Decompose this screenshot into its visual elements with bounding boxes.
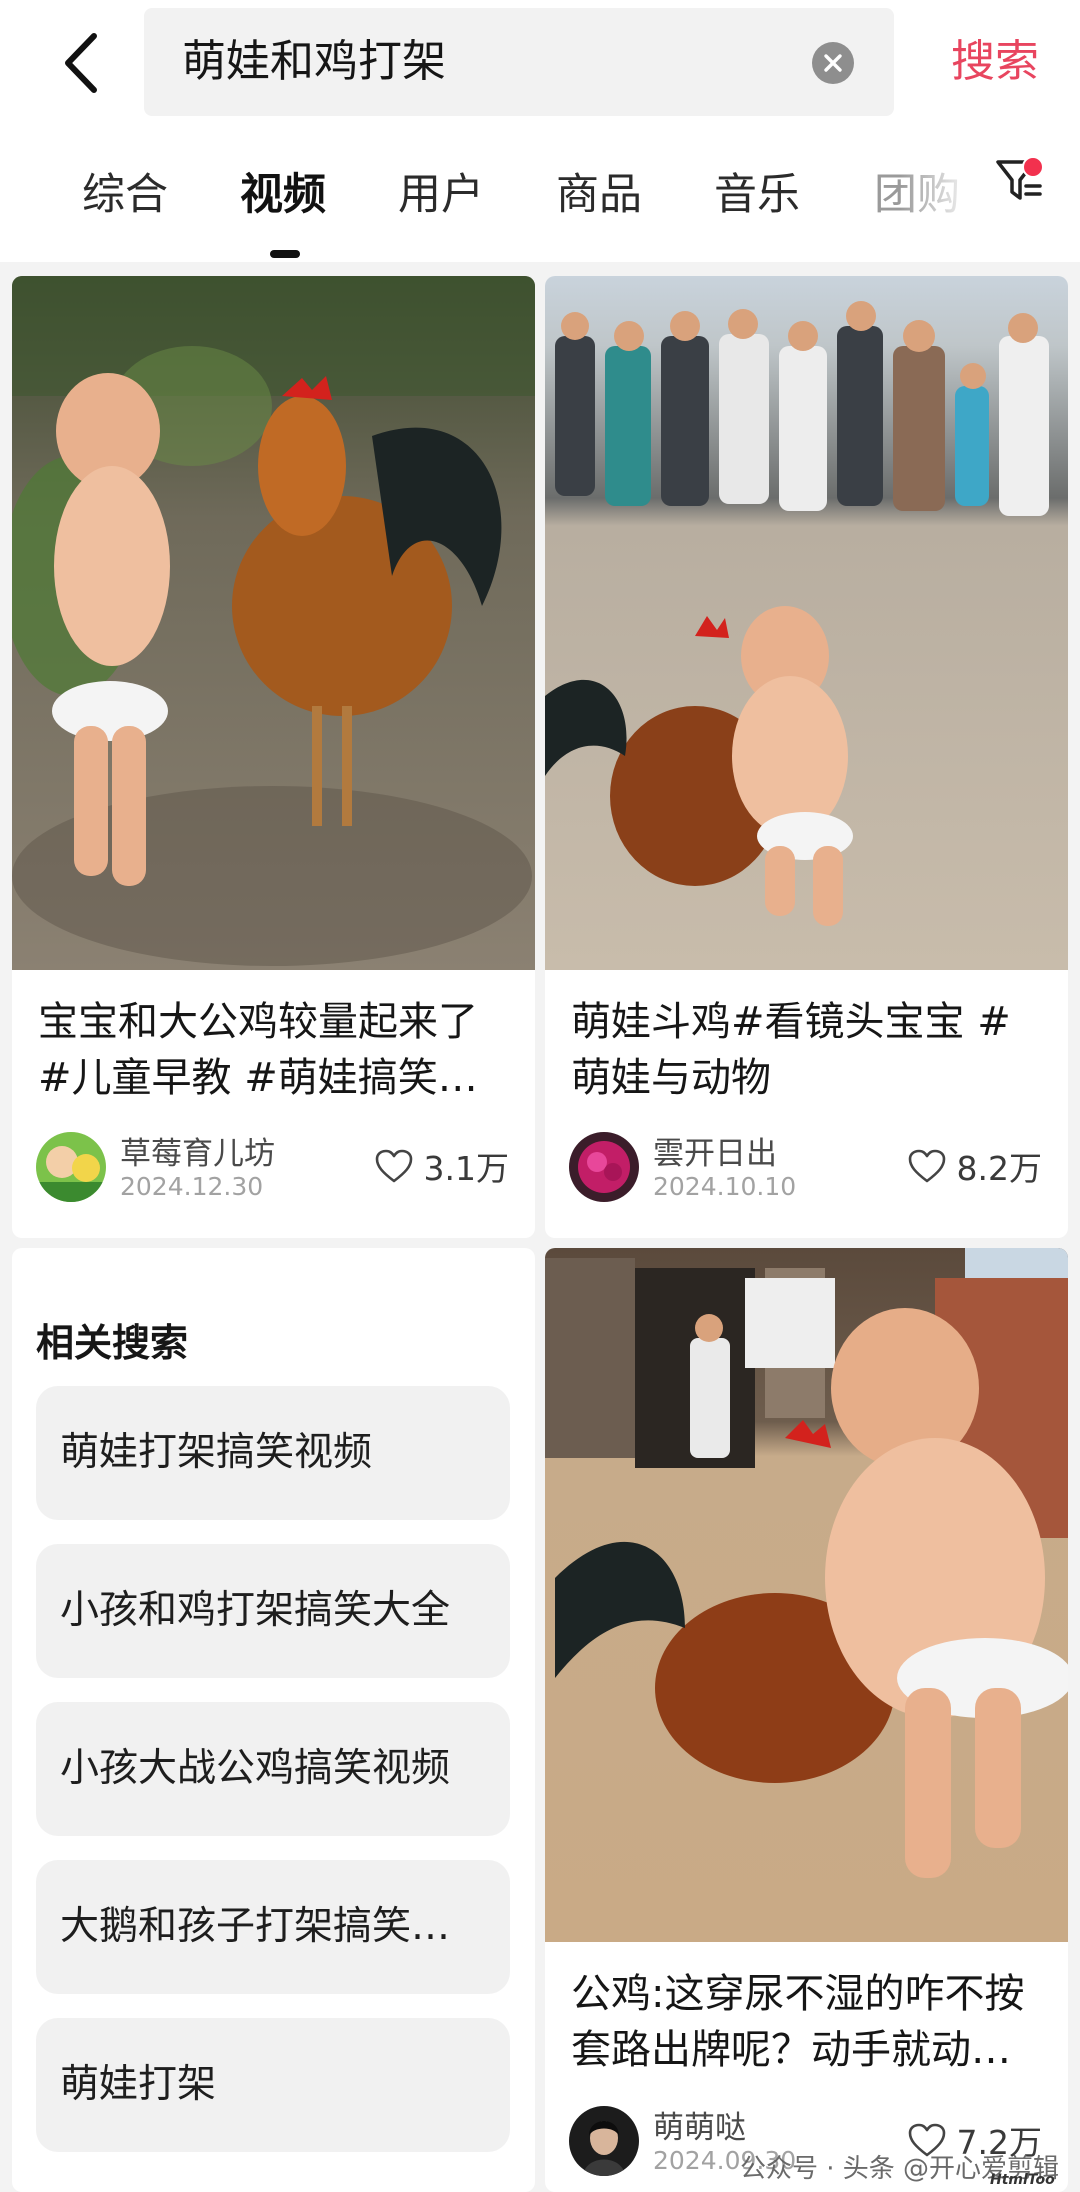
related-search-label: 萌娃打架 <box>60 2062 217 2107</box>
chevron-left-icon <box>65 33 97 93</box>
back-button[interactable] <box>50 28 110 98</box>
author-name[interactable]: 雲开日出 <box>653 1128 777 1173</box>
clear-search-button[interactable] <box>812 42 854 84</box>
author-avatar[interactable] <box>569 1132 639 1202</box>
heart-outline-icon <box>908 1149 945 1183</box>
like-count: 3.1万 <box>423 1149 509 1188</box>
related-searches-panel: 相关搜索 萌娃打架搞笑视频 小孩和鸡打架搞笑大全 小孩大战公鸡搞笑视频 大鹅和孩… <box>12 1248 535 2192</box>
post-date: 2024.10.10 <box>653 1172 797 1201</box>
related-search-label: 萌娃打架搞笑视频 <box>60 1430 373 1475</box>
search-input[interactable]: 萌娃和鸡打架 <box>144 8 894 116</box>
related-search-label: 小孩大战公鸡搞笑视频 <box>60 1746 451 1791</box>
avatar-image <box>569 1132 639 1202</box>
author-name[interactable]: 草莓育儿坊 <box>120 1128 275 1173</box>
video-title[interactable]: 萌娃斗鸡#看镜头宝宝 #萌娃与动物 <box>571 994 1048 1106</box>
video-thumbnail-baby-rooster <box>12 276 535 970</box>
related-search-item[interactable]: 大鹅和孩子打架搞笑… <box>36 1860 510 1994</box>
video-thumbnail-crowd-rooster <box>545 276 1068 970</box>
tab-all[interactable]: 综合 <box>82 160 168 230</box>
video-card[interactable]: 宝宝和大公鸡较量起来了 #儿童早教 #萌娃搞笑… 草莓育儿坊 2024.12.3… <box>12 276 535 1238</box>
heart-outline-icon <box>375 1149 412 1183</box>
clear-circle-icon <box>824 54 842 72</box>
related-search-item[interactable]: 小孩大战公鸡搞笑视频 <box>36 1702 510 1836</box>
related-search-label: 小孩和鸡打架搞笑大全 <box>60 1588 451 1633</box>
like-count: 8.2万 <box>956 1149 1042 1188</box>
video-thumbnail-baby-hug-rooster <box>545 1248 1068 1942</box>
filter-notification-dot <box>1022 156 1044 178</box>
video-card[interactable]: 萌娃斗鸡#看镜头宝宝 #萌娃与动物 雲开日出 2024.10.10 8.2万 <box>545 276 1068 1238</box>
avatar-image <box>569 2106 639 2176</box>
search-query-text[interactable]: 萌娃和鸡打架 <box>182 8 446 116</box>
avatar-image <box>36 1132 106 1202</box>
author-avatar[interactable] <box>36 1132 106 1202</box>
like-button[interactable]: 3.1万 <box>374 1142 509 1190</box>
video-title[interactable]: 公鸡:这穿尿不湿的咋不按套路出牌呢？动手就动… <box>571 1966 1048 2078</box>
tab-users[interactable]: 用户 <box>398 160 484 230</box>
related-search-label: 大鹅和孩子打架搞笑… <box>60 1904 451 1949</box>
tab-products[interactable]: 商品 <box>556 160 642 230</box>
author-name[interactable]: 萌萌哒 <box>653 2102 746 2147</box>
search-submit-button[interactable]: 搜索 <box>930 8 1060 116</box>
corner-watermark: HtmlToo <box>990 2172 1055 2188</box>
related-search-item[interactable]: 小孩和鸡打架搞笑大全 <box>36 1544 510 1678</box>
video-title[interactable]: 宝宝和大公鸡较量起来了 #儿童早教 #萌娃搞笑… <box>38 994 515 1106</box>
like-button[interactable]: 8.2万 <box>907 1142 1042 1190</box>
results-feed: 宝宝和大公鸡较量起来了 #儿童早教 #萌娃搞笑… 草莓育儿坊 2024.12.3… <box>0 262 1080 2192</box>
related-search-item[interactable]: 萌娃打架 <box>36 2018 510 2152</box>
search-header: 萌娃和鸡打架 搜索 <box>0 0 1080 130</box>
related-search-item[interactable]: 萌娃打架搞笑视频 <box>36 1386 510 1520</box>
active-tab-indicator <box>270 250 300 258</box>
video-card[interactable]: 公鸡:这穿尿不湿的咋不按套路出牌呢？动手就动… 萌萌哒 2024.09.30 7… <box>545 1248 1068 2192</box>
post-date: 2024.12.30 <box>120 1172 264 1201</box>
related-searches-title: 相关搜索 <box>36 1321 189 1365</box>
tab-group-buy[interactable]: 团购 <box>874 160 960 230</box>
search-tabs: 综合 视频 用户 商品 音乐 团购 <box>0 130 1080 260</box>
tab-music[interactable]: 音乐 <box>714 160 800 230</box>
tab-video[interactable]: 视频 <box>240 160 326 230</box>
author-avatar[interactable] <box>569 2106 639 2176</box>
